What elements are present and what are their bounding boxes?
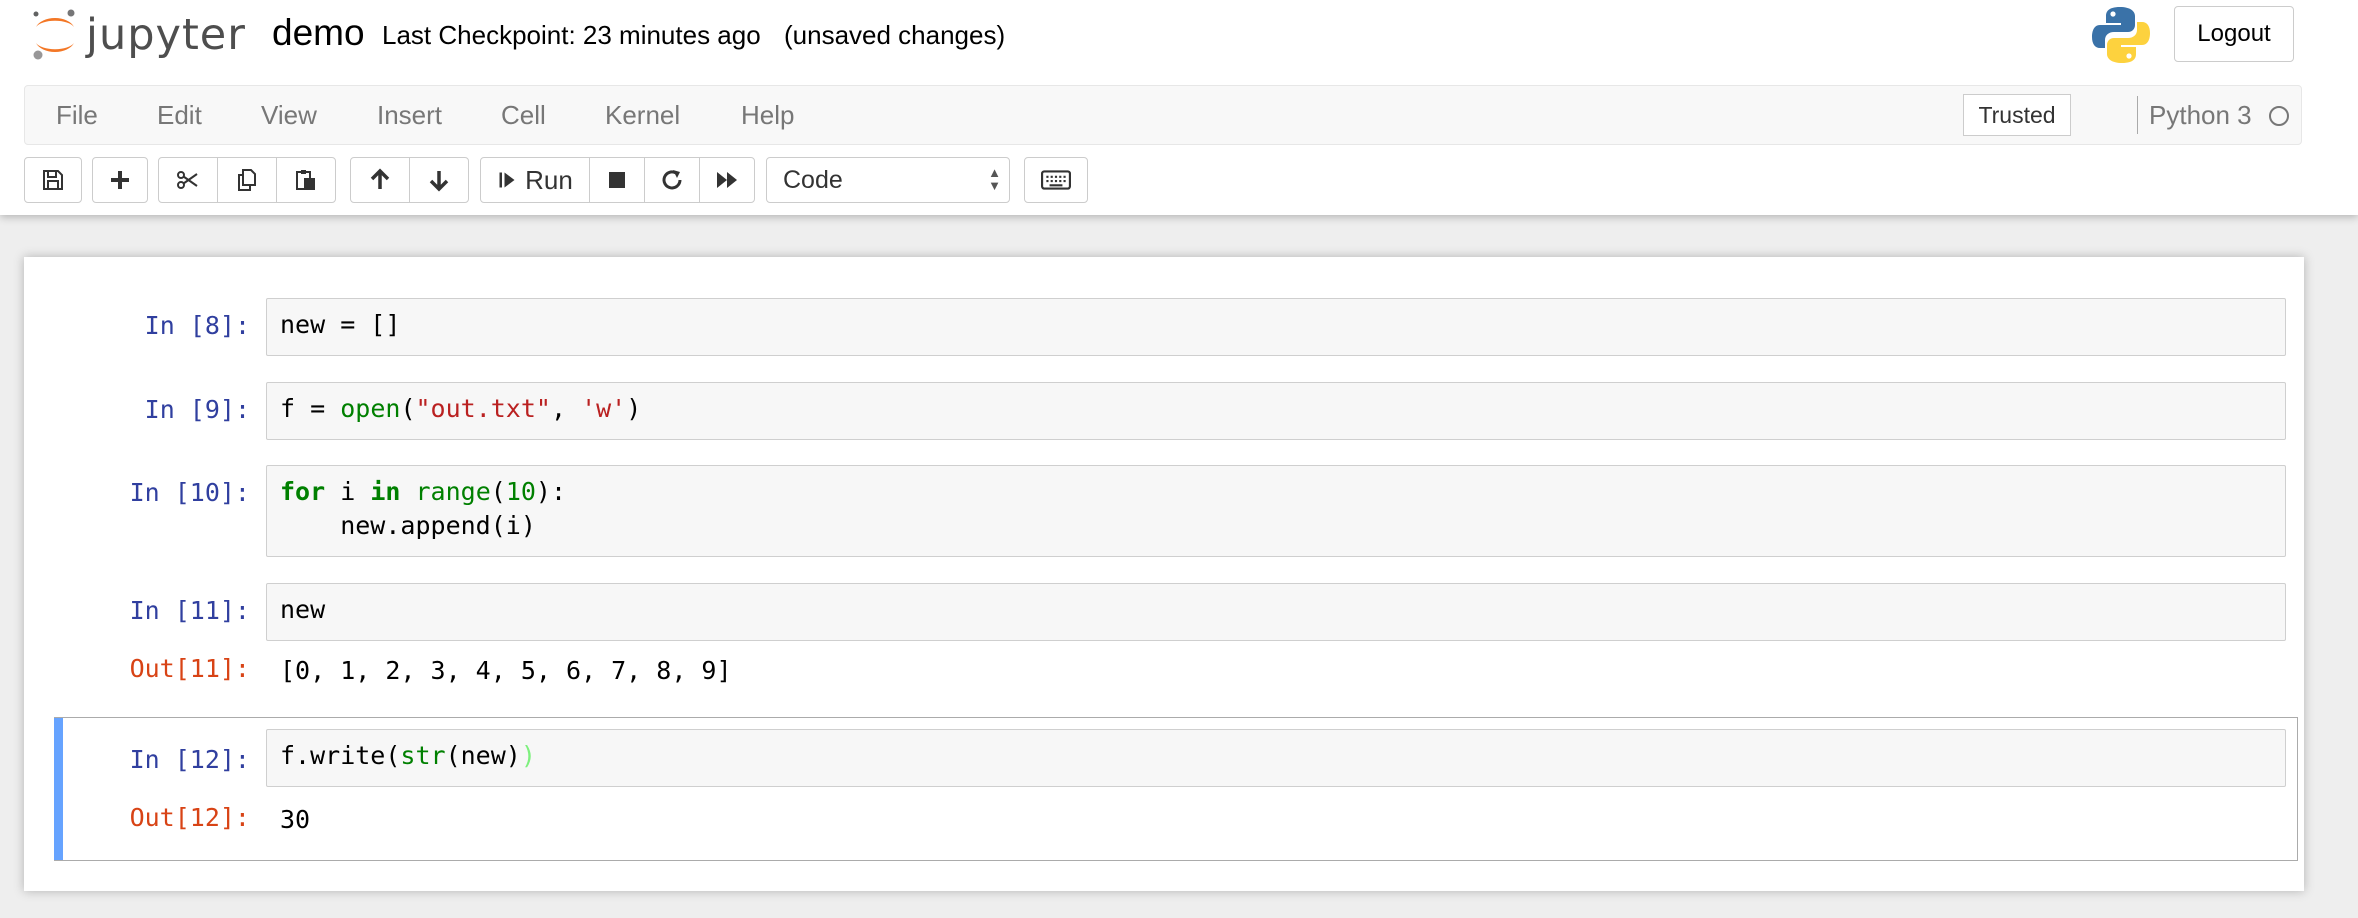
- arrow-down-icon: [429, 171, 449, 192]
- in-prompt: In [8]:: [144, 311, 250, 340]
- code-cell[interactable]: In [8]: new = []: [54, 298, 2298, 358]
- save-button[interactable]: [24, 157, 82, 203]
- code-input[interactable]: new: [266, 583, 2286, 641]
- cell-output: [0, 1, 2, 3, 4, 5, 6, 7, 8, 9]: [280, 656, 732, 685]
- cell-type-value: Code: [783, 166, 843, 194]
- insert-cell-button[interactable]: [92, 157, 148, 203]
- code-cell[interactable]: In [11]: new Out[11]: [0, 1, 2, 3, 4, 5,…: [54, 583, 2298, 699]
- fast-forward-icon: [717, 172, 737, 188]
- restart-button[interactable]: [644, 157, 700, 203]
- in-prompt: In [10]:: [129, 478, 250, 507]
- selected-cell-bar: [54, 718, 63, 860]
- header: jupyter demo Last Checkpoint: 23 minutes…: [0, 0, 2358, 215]
- code-token: new = []: [280, 310, 401, 339]
- code-input[interactable]: new = []: [266, 298, 2286, 356]
- menu-view[interactable]: View: [261, 86, 317, 144]
- kernel-idle-indicator: [2269, 106, 2289, 126]
- select-arrows-icon: ▲ ▼: [988, 165, 1001, 193]
- restart-icon: [662, 170, 682, 190]
- code-input[interactable]: for i in range(10): new.append(i): [266, 465, 2286, 557]
- top-bar: jupyter demo Last Checkpoint: 23 minutes…: [0, 0, 2358, 82]
- logo-text: jupyter: [86, 10, 246, 60]
- scissors-icon: [177, 171, 198, 189]
- checkpoint-status: Last Checkpoint: 23 minutes ago: [382, 20, 761, 50]
- copy-button[interactable]: [217, 157, 277, 203]
- move-down-button[interactable]: [409, 157, 469, 203]
- run-button[interactable]: Run: [480, 157, 590, 203]
- paste-icon: [296, 170, 315, 190]
- arrow-up-icon: [370, 168, 390, 189]
- notebook-name[interactable]: demo: [272, 8, 365, 58]
- in-prompt: In [11]:: [129, 596, 250, 625]
- out-prompt: Out[12]:: [129, 803, 250, 832]
- command-palette-button[interactable]: [1024, 157, 1088, 203]
- run-label: Run: [525, 164, 573, 195]
- python-logo-icon: [2092, 7, 2150, 63]
- code-input[interactable]: f = open("out.txt", 'w'): [266, 382, 2286, 440]
- in-prompt: In [9]:: [144, 395, 250, 424]
- cell-type-select[interactable]: Code ▲ ▼: [766, 157, 1010, 203]
- code-input[interactable]: f.write(str(new)): [266, 729, 2286, 787]
- cut-button[interactable]: [158, 157, 218, 203]
- copy-icon: [238, 169, 256, 191]
- jupyter-logo-icon: [33, 9, 75, 60]
- menubar: File Edit View Insert Cell Kernel Help T…: [24, 85, 2302, 145]
- code-cell[interactable]: In [9]: f = open("out.txt", 'w'): [54, 382, 2298, 442]
- kernel-divider: [2137, 96, 2138, 134]
- cell-output: 30: [280, 805, 311, 834]
- toolbar: Run Code ▲ ▼: [24, 157, 2324, 205]
- step-forward-icon: [499, 172, 515, 188]
- keyboard-icon: [1041, 170, 1071, 190]
- stop-icon: [609, 172, 625, 188]
- menu-file[interactable]: File: [56, 86, 98, 144]
- move-up-button[interactable]: [350, 157, 410, 203]
- menu-edit[interactable]: Edit: [157, 86, 202, 144]
- save-icon: [43, 170, 63, 190]
- trusted-badge[interactable]: Trusted: [1963, 94, 2071, 136]
- autosave-status: (unsaved changes): [784, 20, 1006, 50]
- restart-run-all-button[interactable]: [699, 157, 755, 203]
- code-cell[interactable]: In [10]: for i in range(10): new.append(…: [54, 465, 2298, 559]
- menu-help[interactable]: Help: [741, 86, 794, 144]
- menu-kernel[interactable]: Kernel: [605, 86, 680, 144]
- code-cell-selected[interactable]: In [12]: f.write(str(new)) Out[12]: 30: [54, 717, 2298, 861]
- out-prompt: Out[11]:: [129, 654, 250, 683]
- jupyter-logo[interactable]: jupyter: [30, 4, 250, 66]
- interrupt-button[interactable]: [589, 157, 645, 203]
- menu-cell[interactable]: Cell: [501, 86, 546, 144]
- notebook-container: In [8]: new = [] In [9]: f = open("out.t…: [24, 257, 2304, 891]
- kernel-name: Python 3: [2149, 100, 2252, 130]
- logout-button[interactable]: Logout: [2174, 6, 2294, 62]
- in-prompt: In [12]:: [129, 745, 250, 774]
- paste-button[interactable]: [276, 157, 336, 203]
- menu-insert[interactable]: Insert: [377, 86, 442, 144]
- plus-icon: [111, 171, 129, 189]
